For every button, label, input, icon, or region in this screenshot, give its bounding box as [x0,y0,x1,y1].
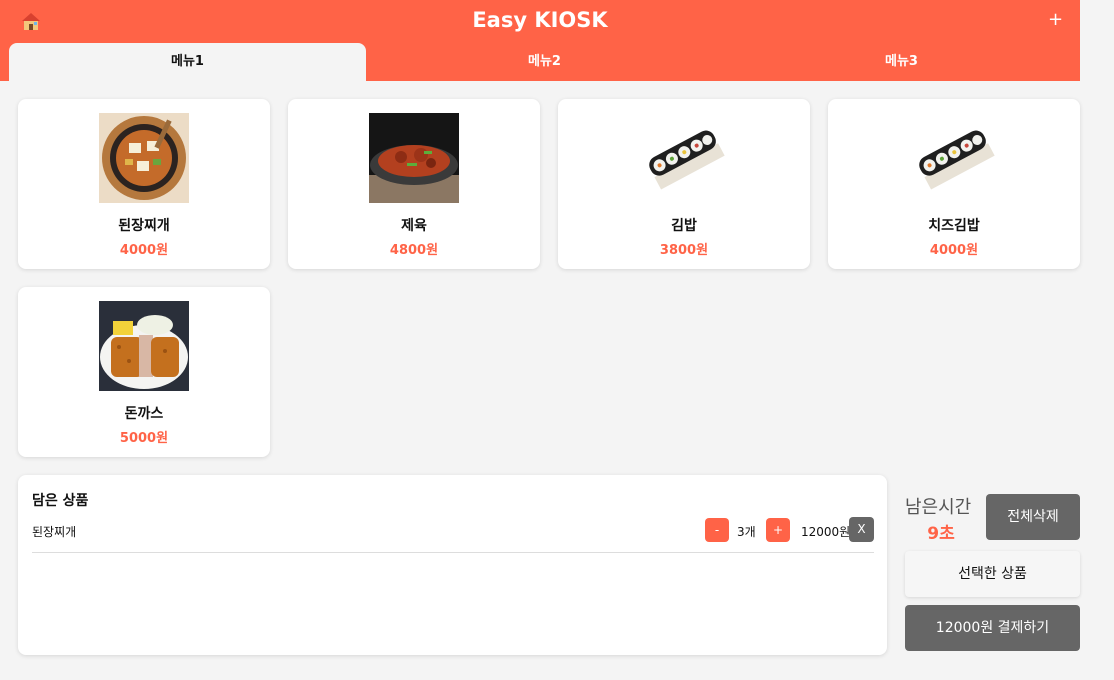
menu-item-name: 제육 [401,218,427,234]
menu-card-donkatsu[interactable]: 돈까스 5000원 [18,287,270,457]
menu-item-name: 돈까스 [124,406,164,422]
donkatsu-photo [99,301,189,391]
menu-card-doenjang[interactable]: 된장찌개 4000원 [18,99,270,269]
cart-item-quantity: 3개 [737,525,756,539]
menu-item-price: 3800원 [659,243,709,258]
menu-item-name: 된장찌개 [118,218,170,234]
cart-item-price: 12000원 [801,525,851,539]
cart-panel: 담은 상품 된장찌개 - 3개 + 12000원 X [18,475,887,655]
timer-label: 남은시간 [905,497,972,518]
menu-item-price: 5000원 [119,431,169,446]
doenjang-jjigae-photo [99,113,189,203]
tab-menu1[interactable]: 메뉴1 [9,43,366,81]
menu-item-price: 4000원 [929,243,979,258]
app-title: Easy KIOSK [472,8,608,32]
selected-items-button[interactable]: 선택한 상품 [905,551,1080,597]
menu-item-name: 김밥 [671,218,697,234]
remove-item-button[interactable]: X [849,517,874,542]
tab-menu3[interactable]: 메뉴3 [723,43,1080,81]
menu-tabs: 메뉴1 메뉴2 메뉴3 [9,43,1080,81]
gimbap-photo [639,113,729,203]
menu-item-price: 4800원 [389,243,439,258]
cart-row: 된장찌개 - 3개 + 12000원 X [32,517,874,553]
jeyuk-photo [369,113,459,203]
clear-all-button[interactable]: 전체삭제 [986,494,1080,540]
cart-title: 담은 상품 [32,493,89,509]
menu-card-jeyuk[interactable]: 제육 4800원 [288,99,540,269]
menu-item-name: 치즈김밥 [928,218,980,234]
increase-button[interactable]: + [766,518,790,542]
tab-menu2[interactable]: 메뉴2 [366,43,723,81]
decrease-button[interactable]: - [705,518,729,542]
menu-item-price: 4000원 [119,243,169,258]
pay-button[interactable]: 12000원 결제하기 [905,605,1080,651]
cheese-gimbap-photo [909,113,999,203]
add-button[interactable]: + [1048,9,1063,30]
menu-card-gimbap[interactable]: 김밥 3800원 [558,99,810,269]
menu-card-cheese-gimbap[interactable]: 치즈김밥 4000원 [828,99,1080,269]
timer-value: 9초 [927,524,955,544]
cart-item-name: 된장찌개 [32,525,77,539]
